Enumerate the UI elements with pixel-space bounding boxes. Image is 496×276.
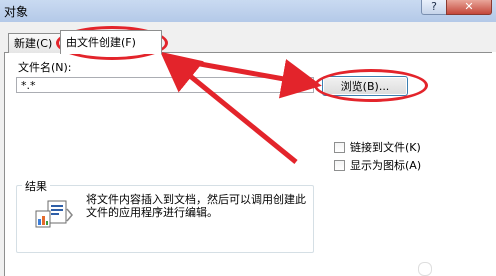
arrow-to-tab [160, 51, 298, 164]
tab-create-from-file[interactable]: 由文件创建(F) [60, 30, 162, 54]
